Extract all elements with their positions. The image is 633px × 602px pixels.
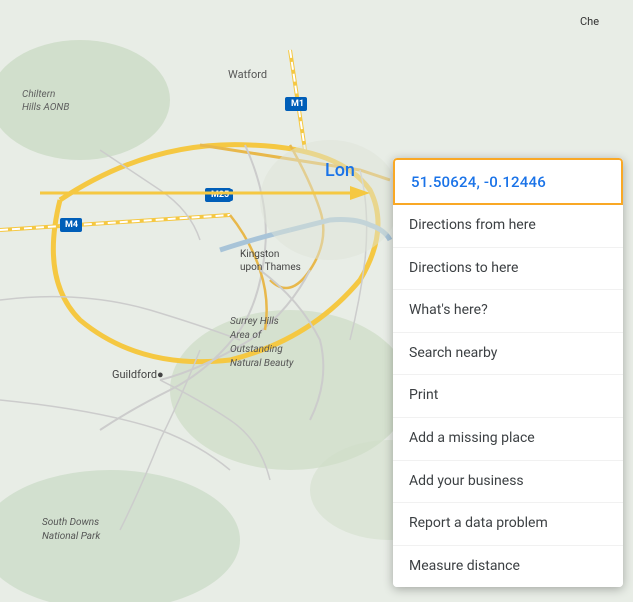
coordinates-display: 51.50624, -0.12446: [411, 173, 546, 191]
coords-row[interactable]: 51.50624, -0.12446: [393, 158, 623, 205]
menu-item-report-problem[interactable]: Report a data problem: [393, 503, 623, 546]
context-menu: 51.50624, -0.12446 Directions from here …: [393, 158, 623, 587]
highway-m25: M25: [207, 189, 233, 201]
menu-item-directions-from[interactable]: Directions from here: [393, 205, 623, 248]
menu-item-directions-to[interactable]: Directions to here: [393, 248, 623, 291]
menu-item-measure-distance[interactable]: Measure distance: [393, 546, 623, 588]
map-container: Che Watford ChilternHills AONB M1 M25 M4…: [0, 0, 633, 602]
menu-item-search-nearby[interactable]: Search nearby: [393, 333, 623, 376]
highway-m1: M1: [288, 98, 307, 110]
menu-item-print[interactable]: Print: [393, 375, 623, 418]
menu-item-whats-here[interactable]: What's here?: [393, 290, 623, 333]
menu-item-add-missing-place[interactable]: Add a missing place: [393, 418, 623, 461]
highway-m4: M4: [62, 219, 81, 231]
menu-item-add-business[interactable]: Add your business: [393, 461, 623, 504]
